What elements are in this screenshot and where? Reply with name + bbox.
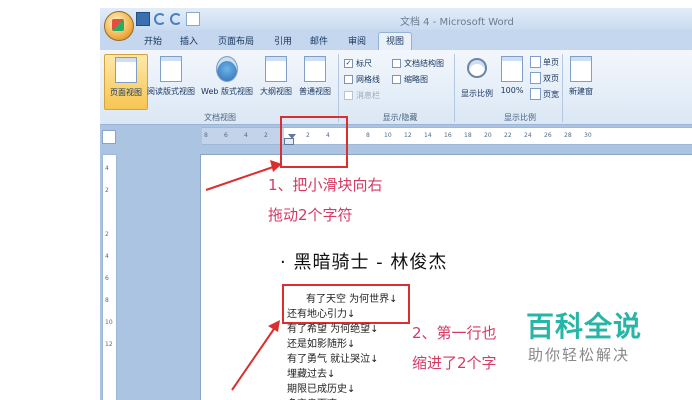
annotation-step2-line1: 2、第一行也 [412,324,497,342]
lyric-line: 期限已成历史↓ [287,384,356,395]
lyric-line: 还有地心引力↓ [287,309,356,320]
office-button[interactable] [104,11,134,41]
lyric-line: 还是如影随形↓ [287,339,356,350]
watermark-panel: 百科全说 助你轻松解决 [506,290,692,400]
arrow-2-line [231,325,277,391]
annotation-step2-line2: 缩进了2个字 [412,354,497,372]
lyric-line: 有了希望 为何绝望↓ [287,324,379,335]
lyric-line: 多宝贵而凄 [287,395,337,400]
arrow-1-line [205,165,277,191]
lyric-line: 埋藏过去↓ [287,369,336,380]
watermark-logo: 百科全说 [526,310,643,343]
document-heading: · 黑暗骑士 - 林俊杰 [280,252,448,273]
annotation-step1-line2: 拖动2个字符 [268,206,353,224]
watermark-subtitle: 助你轻松解决 [528,346,631,364]
arrow-1-head [270,160,282,172]
lyric-line: 有了天空 为何世界↓ [306,294,398,305]
annotation-step1-line1: 1、把小滑块向右 [268,176,383,194]
lyric-line: 有了勇气 就让哭泣↓ [287,354,379,365]
